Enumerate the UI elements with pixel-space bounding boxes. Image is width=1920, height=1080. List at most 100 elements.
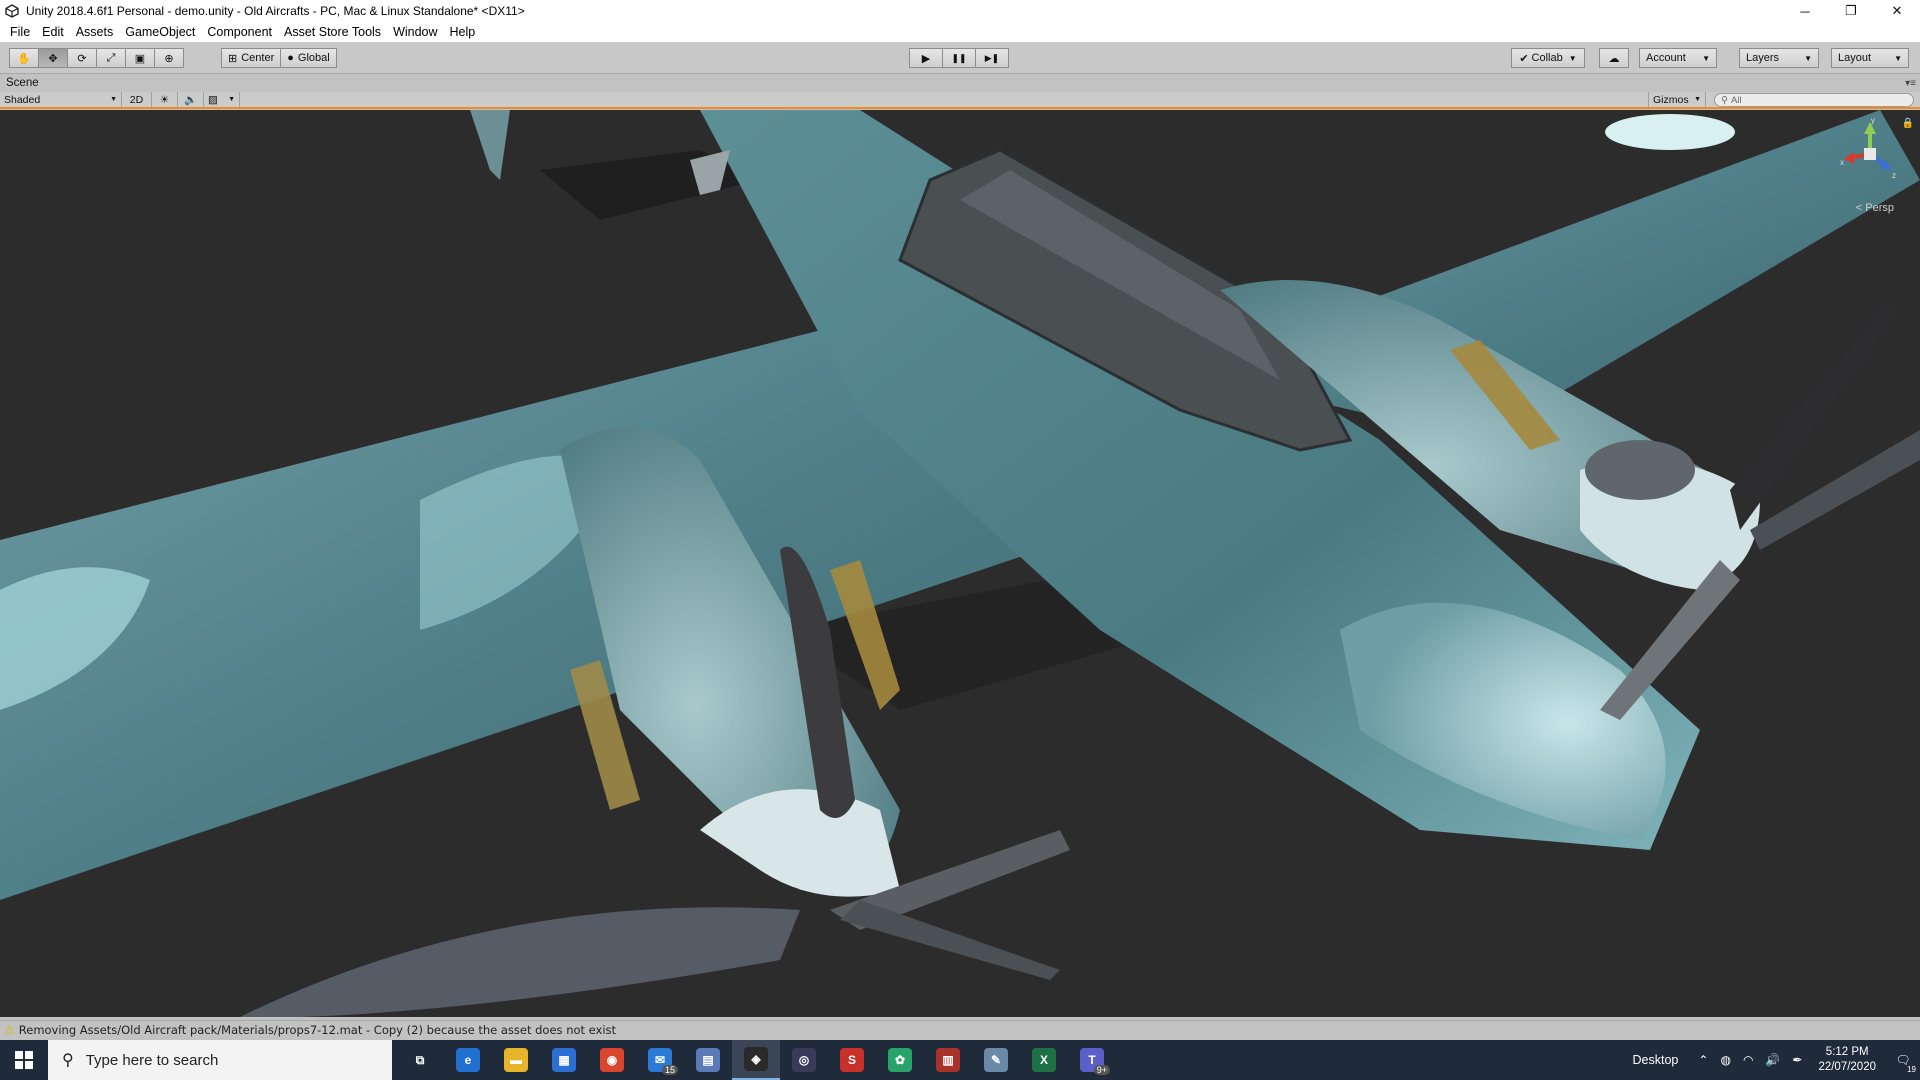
account-button[interactable]: Account ▼ bbox=[1639, 48, 1717, 68]
scale-tool-button[interactable]: ⤢ bbox=[96, 48, 126, 68]
taskbar-app-mail[interactable]: ✉ 15 bbox=[636, 1040, 684, 1080]
image-icon: ▨ bbox=[208, 93, 218, 106]
chrome-icon: ◉ bbox=[600, 1048, 624, 1072]
windows-logo-icon bbox=[15, 1051, 33, 1069]
pivot-center-button[interactable]: ⊞ Center bbox=[221, 48, 282, 68]
window-title: Unity 2018.4.6f1 Personal - demo.unity -… bbox=[26, 4, 525, 18]
scene-search-input[interactable]: ⚲ All bbox=[1714, 93, 1914, 107]
menu-bar: File Edit Assets GameObject Component As… bbox=[0, 22, 1920, 42]
main-toolbar: ✋ ✥ ⟳ ⤢ ▣ ⊕ ⊞ Center ● Global ▶ ❚❚ ▶❚ ✔ Col… bbox=[0, 42, 1920, 74]
unity-icon: ◈ bbox=[744, 1047, 768, 1071]
clock-date: 22/07/2020 bbox=[1818, 1061, 1876, 1073]
gizmos-label: Gizmos bbox=[1653, 93, 1689, 106]
taskbar-app-edge[interactable]: e bbox=[444, 1040, 492, 1080]
menu-help[interactable]: Help bbox=[444, 25, 482, 39]
clock-time: 5:12 PM bbox=[1825, 1046, 1869, 1058]
chevron-down-icon: ▼ bbox=[228, 96, 235, 103]
search-icon: ⚲ bbox=[1721, 94, 1728, 106]
menu-window[interactable]: Window bbox=[387, 25, 443, 39]
layers-dropdown: Layers ▼ bbox=[1739, 48, 1819, 68]
minimize-button[interactable]: ─ bbox=[1782, 0, 1828, 22]
rect-tool-button[interactable]: ▣ bbox=[125, 48, 155, 68]
title-bar: Unity 2018.4.6f1 Personal - demo.unity -… bbox=[0, 0, 1920, 22]
menu-edit[interactable]: Edit bbox=[36, 25, 70, 39]
volume-icon[interactable]: 🔊 bbox=[1765, 1053, 1780, 1067]
taskbar-app-archive-app[interactable]: ▥ bbox=[924, 1040, 972, 1080]
taskbar-app-excel[interactable]: X bbox=[1020, 1040, 1068, 1080]
menu-assets[interactable]: Assets bbox=[70, 25, 120, 39]
obs-icon: ◎ bbox=[792, 1048, 816, 1072]
menu-gameobject[interactable]: GameObject bbox=[119, 25, 201, 39]
tab-menu-icon[interactable]: ▾≡ bbox=[1905, 78, 1916, 89]
layers-button[interactable]: Layers ▼ bbox=[1739, 48, 1819, 68]
chevron-down-icon: ▼ bbox=[1702, 53, 1710, 63]
close-button[interactable]: ✕ bbox=[1874, 0, 1920, 22]
persp-label[interactable]: < Persp bbox=[1856, 202, 1894, 214]
menu-asset-store-tools[interactable]: Asset Store Tools bbox=[278, 25, 387, 39]
menu-file[interactable]: File bbox=[4, 25, 36, 39]
cloud-icon: ☁ bbox=[1608, 52, 1620, 65]
layout-label: Layout bbox=[1838, 52, 1872, 64]
taskbar-app-task-view[interactable]: ⧉ bbox=[396, 1040, 444, 1080]
effects-dropdown[interactable]: ▨ ▼ bbox=[204, 92, 240, 107]
scene-viewport[interactable]: y x z 🔒 < Persp bbox=[0, 110, 1920, 1017]
shading-mode-dropdown[interactable]: Shaded ▼ bbox=[0, 92, 122, 107]
taskbar-search-input[interactable]: ⚲ Type here to search bbox=[48, 1040, 392, 1080]
audio-toggle[interactable]: 🔈 bbox=[178, 92, 204, 107]
start-button[interactable] bbox=[0, 1040, 48, 1080]
collab-button[interactable]: ✔ Collab ▼ bbox=[1511, 48, 1585, 68]
network-icon[interactable]: ◍ bbox=[1720, 1053, 1730, 1067]
clock[interactable]: 5:12 PM 22/07/2020 bbox=[1818, 1045, 1876, 1075]
sun-icon: ☀ bbox=[159, 93, 170, 106]
taskbar-app-teams[interactable]: T 9+ bbox=[1068, 1040, 1116, 1080]
taskbar-app-paint-app[interactable]: ✎ bbox=[972, 1040, 1020, 1080]
desktop-toolbar-label[interactable]: Desktop bbox=[1633, 1053, 1679, 1067]
taskbar-app-app-window[interactable]: ▤ bbox=[684, 1040, 732, 1080]
status-bar[interactable]: ⚠ Removing Assets/Old Aircraft pack/Mate… bbox=[0, 1020, 1920, 1038]
taskbar-app-unity[interactable]: ◈ bbox=[732, 1040, 780, 1080]
rotate-tool-button[interactable]: ⟳ bbox=[67, 48, 97, 68]
shading-mode-label: Shaded bbox=[4, 93, 41, 106]
move-icon: ✥ bbox=[48, 52, 58, 65]
restore-button[interactable]: ❐ bbox=[1828, 0, 1874, 22]
taskbar-app-store[interactable]: ▦ bbox=[540, 1040, 588, 1080]
layout-dropdown: Layout ▼ bbox=[1831, 48, 1909, 68]
lock-icon[interactable]: 🔒 bbox=[1902, 118, 1914, 129]
chevron-up-icon[interactable]: ⌃ bbox=[1698, 1053, 1708, 1067]
store-icon: ▦ bbox=[552, 1048, 576, 1072]
scene-toolbar: Shaded ▼ 2D ☀ 🔈 ▨ ▼ Gizmos ▼ ⚲ All bbox=[0, 92, 1920, 109]
account-label: Account bbox=[1646, 52, 1686, 64]
taskbar-app-substance[interactable]: S bbox=[828, 1040, 876, 1080]
orientation-gizmo[interactable]: y x z bbox=[1840, 118, 1900, 188]
lighting-toggle[interactable]: ☀ bbox=[152, 92, 178, 107]
rotate-icon: ⟳ bbox=[77, 52, 87, 65]
play-button[interactable]: ▶ bbox=[909, 48, 943, 68]
taskbar-app-obs[interactable]: ◎ bbox=[780, 1040, 828, 1080]
mode-2d-toggle[interactable]: 2D bbox=[122, 92, 152, 107]
chevron-down-icon: ▼ bbox=[1894, 53, 1902, 63]
search-placeholder: All bbox=[1730, 94, 1742, 106]
move-tool-button[interactable]: ✥ bbox=[38, 48, 68, 68]
tab-scene[interactable]: Scene bbox=[6, 77, 39, 89]
excel-icon: X bbox=[1032, 1048, 1056, 1072]
taskbar-app-chrome[interactable]: ◉ bbox=[588, 1040, 636, 1080]
taskbar-app-file-explorer[interactable]: ▬ bbox=[492, 1040, 540, 1080]
transform-icon: ⊕ bbox=[164, 52, 174, 65]
pause-button[interactable]: ❚❚ bbox=[942, 48, 976, 68]
chevron-down-icon: ▼ bbox=[1568, 53, 1577, 63]
layout-button[interactable]: Layout ▼ bbox=[1831, 48, 1909, 68]
menu-component[interactable]: Component bbox=[201, 25, 278, 39]
rect-icon: ▣ bbox=[134, 52, 146, 65]
wifi-icon[interactable]: ◠ bbox=[1743, 1053, 1753, 1067]
axis-y-label: y bbox=[1871, 118, 1875, 125]
gizmos-dropdown[interactable]: Gizmos ▼ bbox=[1648, 92, 1706, 107]
scale-icon: ⤢ bbox=[106, 51, 116, 64]
step-button[interactable]: ▶❚ bbox=[975, 48, 1009, 68]
hand-tool-button[interactable]: ✋ bbox=[9, 48, 39, 68]
pen-icon[interactable]: ✒ bbox=[1792, 1053, 1802, 1067]
pivot-global-button[interactable]: ● Global bbox=[280, 48, 337, 68]
notification-center-button[interactable]: 🗨 19 bbox=[1886, 1040, 1920, 1080]
transform-tool-button[interactable]: ⊕ bbox=[154, 48, 184, 68]
taskbar-app-colors-app[interactable]: ✿ bbox=[876, 1040, 924, 1080]
cloud-button[interactable]: ☁ bbox=[1599, 48, 1629, 68]
